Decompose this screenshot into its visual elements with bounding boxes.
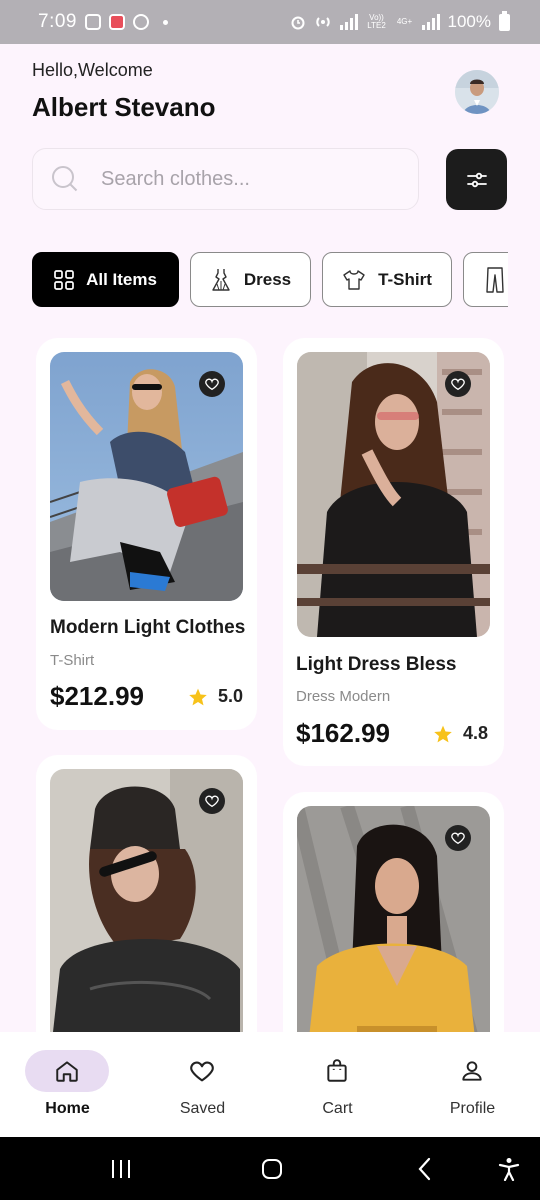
nav-icon-wrap (160, 1050, 244, 1092)
battery-percent: 100% (447, 12, 491, 31)
nav-cart[interactable]: Cart (270, 1032, 405, 1137)
favorite-button[interactable] (445, 371, 471, 397)
chip-pants[interactable] (463, 252, 508, 307)
product-card[interactable] (283, 792, 504, 1052)
star-icon (434, 725, 452, 742)
network-4g-label: 4G+ (396, 17, 413, 26)
home-icon (56, 1061, 78, 1082)
heart-icon (205, 378, 219, 391)
accessibility-icon (498, 1158, 520, 1181)
recent-apps-icon (112, 1160, 130, 1178)
chip-label: T-Shirt (378, 269, 432, 289)
grid-icon (54, 269, 74, 290)
battery-icon (499, 10, 510, 31)
signal-icon (339, 14, 358, 30)
filter-button[interactable] (446, 149, 507, 210)
rating-value: 4.8 (463, 723, 489, 743)
product-price: $212.99 (50, 681, 144, 711)
product-category: T-Shirt (50, 652, 95, 669)
greeting-text: Hello,Welcome (32, 60, 153, 80)
product-category: Dress Modern (296, 688, 391, 705)
nav-active-indicator (25, 1050, 109, 1092)
avatar[interactable] (455, 70, 499, 114)
alarm-icon (291, 16, 305, 30)
youtube-icon (132, 14, 149, 30)
chip-dress[interactable]: Dress (190, 252, 311, 307)
product-card[interactable]: Light Dress Bless Dress Modern $162.99 4… (283, 338, 504, 766)
bag-icon (327, 1059, 347, 1082)
product-rating: 4.8 (433, 723, 488, 744)
product-card[interactable] (36, 755, 257, 1055)
back-icon (418, 1157, 431, 1181)
home-circle-icon (262, 1159, 282, 1179)
hotspot-icon (315, 17, 330, 27)
dress-icon (212, 268, 230, 291)
volte-label: Vo)) LTE2 (367, 13, 386, 30)
tshirt-icon (343, 269, 365, 290)
sliders-icon (466, 172, 487, 187)
heart-icon (205, 795, 219, 808)
product-rating: 5.0 (188, 686, 243, 707)
chip-label: Dress (243, 269, 292, 289)
nav-label: Profile (449, 1100, 496, 1117)
home-system-button[interactable] (259, 1157, 285, 1181)
nav-saved[interactable]: Saved (135, 1032, 270, 1137)
search-input[interactable] (101, 167, 401, 191)
signal-icon-2 (421, 14, 440, 30)
nav-icon-wrap (295, 1050, 379, 1092)
product-card[interactable]: Modern Light Clothes T-Shirt $212.99 5.0 (36, 338, 257, 730)
system-navigation-bar (0, 1137, 540, 1200)
nav-home[interactable]: Home (0, 1032, 135, 1137)
status-bar: 7:09 Vo)) LTE2 4G+ 100% (0, 0, 540, 44)
product-title: Light Dress Bless (296, 654, 457, 675)
heart-icon (451, 832, 465, 845)
user-icon (462, 1061, 482, 1081)
recent-apps-button[interactable] (108, 1157, 134, 1181)
chip-tshirt[interactable]: T-Shirt (322, 252, 452, 307)
pants-icon (486, 266, 504, 293)
star-icon (189, 688, 207, 705)
heart-icon (190, 1061, 214, 1082)
favorite-button[interactable] (445, 825, 471, 851)
back-button[interactable] (412, 1157, 438, 1181)
chip-label: All Items (86, 269, 157, 289)
app-notification-icon (108, 14, 125, 30)
category-chips: All Items Dress T-Shirt (32, 252, 508, 308)
status-time: 7:09 (38, 11, 77, 32)
nav-label: Cart (322, 1100, 353, 1117)
heart-icon (451, 378, 465, 391)
instagram-icon (84, 14, 101, 30)
chip-all-items[interactable]: All Items (32, 252, 179, 307)
search-field[interactable] (32, 148, 419, 210)
nav-label: Home (45, 1100, 90, 1117)
more-notifications-icon (162, 19, 168, 25)
user-name: Albert Stevano (32, 92, 216, 122)
product-title: Modern Light Clothes (50, 617, 246, 638)
product-price: $162.99 (296, 718, 390, 748)
search-icon (52, 166, 78, 192)
bottom-navigation: Home Saved Cart Profile (0, 1032, 540, 1137)
rating-value: 5.0 (218, 686, 244, 706)
nav-icon-wrap (430, 1050, 514, 1092)
favorite-button[interactable] (199, 371, 225, 397)
favorite-button[interactable] (199, 788, 225, 814)
nav-profile[interactable]: Profile (405, 1032, 540, 1137)
nav-label: Saved (179, 1100, 226, 1117)
accessibility-button[interactable] (496, 1157, 522, 1181)
